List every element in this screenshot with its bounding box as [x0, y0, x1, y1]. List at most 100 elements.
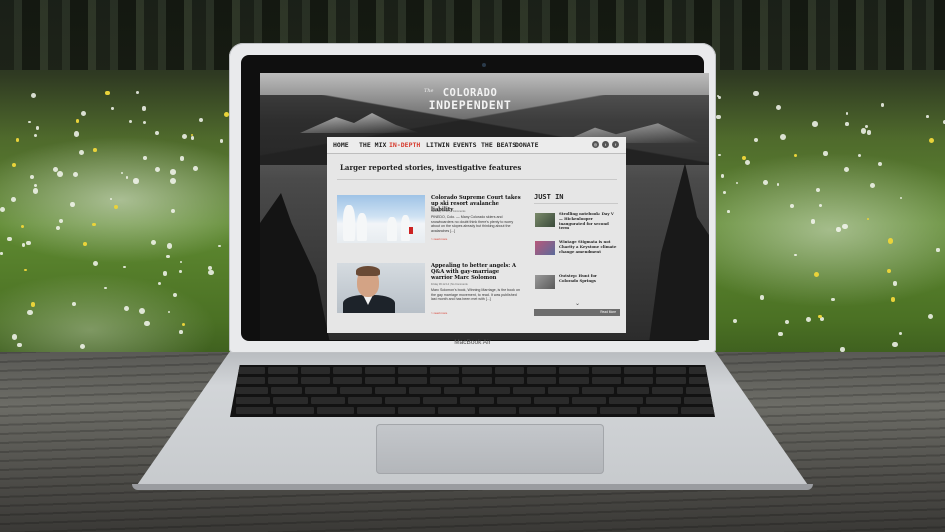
- flower: [34, 183, 38, 187]
- keyboard-key[interactable]: [273, 397, 308, 404]
- keyboard-key[interactable]: [462, 367, 492, 374]
- keyboard-key[interactable]: [559, 367, 589, 374]
- keyboard-key[interactable]: [305, 387, 337, 394]
- keyboard-key[interactable]: [430, 367, 460, 374]
- keyboard-key[interactable]: [559, 407, 597, 414]
- keyboard-key[interactable]: [236, 367, 266, 374]
- keyboard-key[interactable]: [624, 367, 654, 374]
- site-logo[interactable]: The COLORADO INDEPENDENT: [420, 85, 520, 121]
- keyboard-key[interactable]: [422, 397, 457, 404]
- keyboard-key[interactable]: [640, 407, 678, 414]
- keyboard-key[interactable]: [582, 387, 615, 394]
- keyboard-key[interactable]: [409, 387, 441, 394]
- keyboard-key[interactable]: [591, 367, 621, 374]
- nav-the-beats[interactable]: THE BEATS: [481, 141, 516, 149]
- facebook-icon[interactable]: f: [612, 141, 619, 148]
- keyboard-key[interactable]: [385, 397, 420, 404]
- keyboard-key[interactable]: [236, 387, 268, 394]
- flower: [138, 308, 145, 315]
- keyboard-key[interactable]: [527, 367, 557, 374]
- keyboard-key[interactable]: [513, 387, 545, 394]
- keyboard-key[interactable]: [547, 387, 580, 394]
- keyboard-key[interactable]: [443, 387, 476, 394]
- just-in-thumbnail-1[interactable]: [535, 213, 555, 227]
- just-in-item-3[interactable]: Outstep: Hunt for Colorado Springs: [559, 273, 617, 284]
- article-thumbnail-portrait[interactable]: [337, 263, 425, 313]
- nav-the-mix[interactable]: THE MIX: [359, 141, 386, 149]
- keyboard-key[interactable]: [236, 377, 266, 384]
- keyboard-key[interactable]: [462, 377, 492, 384]
- keyboard-key[interactable]: [397, 377, 427, 384]
- keyboard-key[interactable]: [617, 387, 649, 394]
- keyboard-key[interactable]: [374, 387, 407, 394]
- keyboard-key[interactable]: [300, 367, 330, 374]
- flower: [845, 112, 849, 115]
- keyboard-key[interactable]: [656, 377, 686, 384]
- twitter-icon[interactable]: t: [602, 141, 609, 148]
- keyboard-key[interactable]: [591, 377, 621, 384]
- flower: [170, 208, 175, 213]
- keyboard-key[interactable]: [656, 367, 686, 374]
- keyboard[interactable]: [230, 365, 715, 417]
- keyboard-key[interactable]: [333, 377, 363, 384]
- keyboard-key[interactable]: [478, 407, 516, 414]
- keyboard-key[interactable]: [527, 377, 557, 384]
- flower: [179, 270, 183, 273]
- just-in-item-2[interactable]: Wintage Stigmata is not Charity a Keysto…: [559, 239, 617, 254]
- rss-icon[interactable]: ◎: [592, 141, 599, 148]
- keyboard-key[interactable]: [268, 377, 298, 384]
- keyboard-key[interactable]: [365, 377, 395, 384]
- keyboard-key[interactable]: [347, 397, 383, 404]
- keyboard-key[interactable]: [268, 367, 298, 374]
- trackpad[interactable]: [376, 424, 604, 474]
- flower: [720, 174, 724, 178]
- keyboard-key[interactable]: [397, 407, 436, 414]
- keyboard-key[interactable]: [651, 387, 684, 394]
- keyboard-key[interactable]: [494, 367, 524, 374]
- just-in-thumbnail-2[interactable]: [535, 241, 555, 255]
- nav-events[interactable]: EVENTS: [453, 141, 476, 149]
- chevron-down-icon[interactable]: ⌄: [575, 300, 580, 307]
- keyboard-key[interactable]: [624, 377, 654, 384]
- keyboard-key[interactable]: [270, 387, 303, 394]
- keyboard-key[interactable]: [236, 397, 271, 404]
- keyboard-key[interactable]: [571, 397, 607, 404]
- just-in-item-1[interactable]: Strolling notebook: Day V — Hickenlooper…: [559, 211, 617, 231]
- keyboard-key[interactable]: [497, 397, 532, 404]
- keyboard-key[interactable]: [316, 407, 355, 414]
- keyboard-key[interactable]: [559, 377, 589, 384]
- keyboard-key[interactable]: [680, 407, 715, 414]
- keyboard-key[interactable]: [518, 407, 557, 414]
- article-read-more-2[interactable]: > read more: [431, 311, 447, 315]
- keyboard-key[interactable]: [365, 367, 395, 374]
- read-more-button[interactable]: Read More: [534, 309, 620, 316]
- keyboard-key[interactable]: [438, 407, 476, 414]
- keyboard-key[interactable]: [534, 397, 569, 404]
- keyboard-key[interactable]: [310, 397, 345, 404]
- keyboard-key[interactable]: [397, 367, 427, 374]
- keyboard-key[interactable]: [300, 377, 330, 384]
- article-read-more-1[interactable]: > read more: [431, 237, 447, 241]
- flower: [844, 166, 850, 173]
- article-thumbnail-ski[interactable]: [337, 195, 425, 243]
- article-title-2[interactable]: Appealing to better angels: A Q&A with g…: [431, 263, 521, 281]
- keyboard-key[interactable]: [339, 387, 372, 394]
- keyboard-key[interactable]: [430, 377, 460, 384]
- nav-litwin[interactable]: LITWIN: [426, 141, 449, 149]
- keyboard-key[interactable]: [357, 407, 395, 414]
- keyboard-key[interactable]: [646, 397, 681, 404]
- keyboard-key[interactable]: [609, 397, 644, 404]
- keyboard-key[interactable]: [236, 407, 274, 414]
- just-in-thumbnail-3[interactable]: [535, 275, 555, 289]
- nav-home[interactable]: HOME: [333, 141, 349, 149]
- nav-in-depth[interactable]: IN-DEPTH: [389, 141, 420, 149]
- flower: [860, 128, 867, 134]
- flower: [172, 293, 177, 298]
- keyboard-key[interactable]: [599, 407, 638, 414]
- keyboard-key[interactable]: [459, 397, 495, 404]
- nav-donate[interactable]: DONATE: [515, 141, 538, 149]
- keyboard-key[interactable]: [276, 407, 314, 414]
- keyboard-key[interactable]: [333, 367, 363, 374]
- keyboard-key[interactable]: [478, 387, 511, 394]
- keyboard-key[interactable]: [494, 377, 524, 384]
